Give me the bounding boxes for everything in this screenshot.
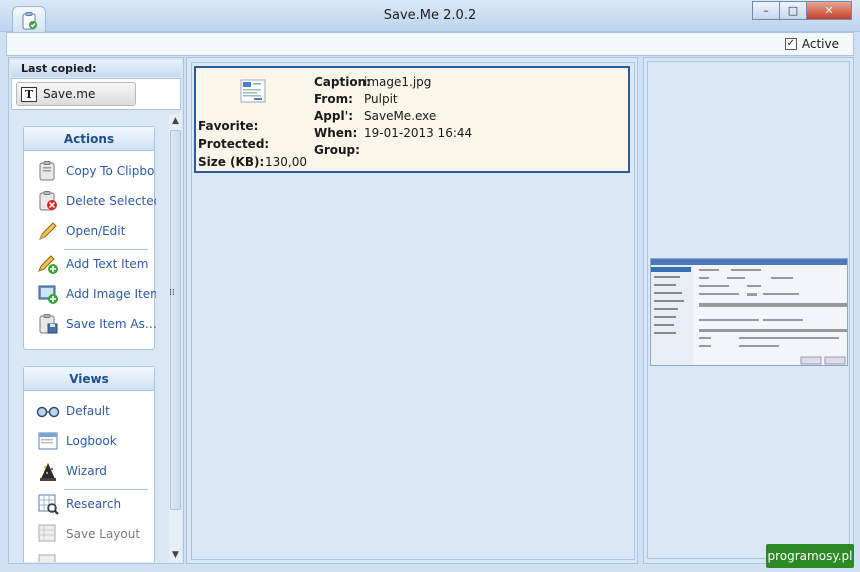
- view-wizard-label: Wizard: [66, 464, 107, 478]
- views-group: Views Default Logbook Wizard Research Sa…: [23, 366, 155, 562]
- clipboard-delete-icon: [36, 189, 60, 213]
- add-text-item-action[interactable]: Add Text Item: [24, 250, 156, 278]
- task-pane-scrollbar[interactable]: ▲ ▼: [169, 114, 182, 562]
- when-label: When:: [314, 126, 358, 140]
- preview-panel: [643, 57, 854, 564]
- left-panel: Last copied: T Save.me Actions Copy To C…: [8, 57, 184, 564]
- last-copied-item-button[interactable]: T Save.me: [16, 82, 136, 106]
- clip-item-card[interactable]: Favorite: Protected: Size (KB): 130,00 C…: [194, 66, 630, 173]
- pencil-add-icon: [36, 252, 60, 276]
- actions-heading[interactable]: Actions: [24, 127, 154, 151]
- minimize-button[interactable]: –: [752, 1, 779, 20]
- last-copied-item-label: Save.me: [43, 87, 96, 101]
- protected-label: Protected:: [198, 137, 270, 151]
- add-image-item-label: Add Image Item: [66, 287, 156, 301]
- title-bar: Save.Me 2.0.2 – □ ✕: [0, 0, 860, 36]
- save-item-as-action[interactable]: Save Item As…: [24, 310, 156, 338]
- delete-selected-label: Delete Selected: [66, 194, 156, 208]
- caption-label: Caption:: [314, 75, 371, 89]
- open-edit-label: Open/Edit: [66, 224, 126, 238]
- clipboard-copy-icon: [36, 159, 60, 183]
- preview-screenshot-thumbnail: [651, 259, 847, 365]
- favorite-label: Favorite:: [198, 119, 259, 133]
- image-preview: [650, 258, 848, 366]
- view-research-label: Research: [66, 497, 122, 511]
- maximize-button[interactable]: □: [779, 1, 806, 20]
- save-as-icon: [36, 312, 60, 336]
- active-checkbox[interactable]: ✓: [784, 38, 797, 50]
- last-copied-heading: Last copied:: [11, 60, 181, 77]
- layout-icon: [36, 552, 60, 562]
- preview-area: [647, 61, 850, 559]
- view-logbook[interactable]: Logbook: [24, 427, 156, 455]
- scroll-up-button[interactable]: ▲: [169, 114, 182, 128]
- save-layout-label: Save Layout: [66, 527, 141, 541]
- view-wizard[interactable]: Wizard: [24, 457, 156, 485]
- view-default-label: Default: [66, 404, 110, 418]
- add-image-item-action[interactable]: Add Image Item: [24, 280, 156, 308]
- copy-to-clipboard-action[interactable]: Copy To Clipbo…: [24, 157, 156, 185]
- watermark-badge: programosy.pl: [766, 544, 854, 568]
- text-item-icon: T: [21, 86, 37, 102]
- window-title: Save.Me 2.0.2: [383, 8, 477, 23]
- views-heading[interactable]: Views: [24, 367, 154, 391]
- active-label: Active: [801, 37, 839, 51]
- caption-value: image1.jpg: [364, 75, 432, 89]
- actions-group: Actions Copy To Clipbo… Delete Selected …: [23, 126, 156, 350]
- from-value: Pulpit: [364, 92, 398, 106]
- wizard-hat-icon: [36, 459, 60, 483]
- copy-to-clipboard-label: Copy To Clipbo…: [66, 164, 156, 178]
- save-layout-icon: [36, 522, 60, 546]
- splitter-handle[interactable]: ⁞⁞: [169, 288, 175, 298]
- appl-label: Appl':: [314, 109, 354, 123]
- save-item-as-label: Save Item As…: [66, 317, 156, 331]
- save-layout-action[interactable]: Save Layout: [24, 520, 156, 548]
- scroll-down-button[interactable]: ▼: [169, 548, 182, 562]
- glasses-icon: [36, 399, 60, 423]
- scroll-thumb[interactable]: [170, 130, 181, 510]
- research-icon: [36, 492, 60, 516]
- clips-panel: Favorite: Protected: Size (KB): 130,00 C…: [186, 57, 638, 564]
- logbook-icon: [36, 429, 60, 453]
- last-copied-box: T Save.me: [11, 78, 181, 110]
- active-toggle[interactable]: ✓ Active: [784, 37, 839, 51]
- pencil-icon: [36, 219, 60, 243]
- view-research[interactable]: Research: [24, 490, 156, 518]
- image-add-icon: [36, 282, 60, 306]
- delete-selected-action[interactable]: Delete Selected: [24, 187, 156, 215]
- add-text-item-label: Add Text Item: [66, 257, 149, 271]
- window-controls: – □ ✕: [752, 1, 852, 20]
- close-button[interactable]: ✕: [806, 1, 852, 20]
- task-pane: Actions Copy To Clipbo… Delete Selected …: [11, 114, 169, 562]
- clip-list: Favorite: Protected: Size (KB): 130,00 C…: [191, 62, 635, 560]
- view-default[interactable]: Default: [24, 397, 156, 425]
- when-value: 19-01-2013 16:44: [364, 126, 473, 140]
- appl-value: SaveMe.exe: [364, 109, 437, 123]
- group-label: Group:: [314, 143, 360, 157]
- open-edit-action[interactable]: Open/Edit: [24, 217, 156, 245]
- toolbar: ✓ Active: [6, 32, 854, 56]
- view-logbook-label: Logbook: [66, 434, 117, 448]
- size-value: 130,00: [265, 155, 307, 169]
- size-label: Size (KB):: [198, 155, 265, 169]
- from-label: From:: [314, 92, 353, 106]
- image-thumbnail-icon: [240, 79, 266, 103]
- views-extra-item: [24, 550, 156, 562]
